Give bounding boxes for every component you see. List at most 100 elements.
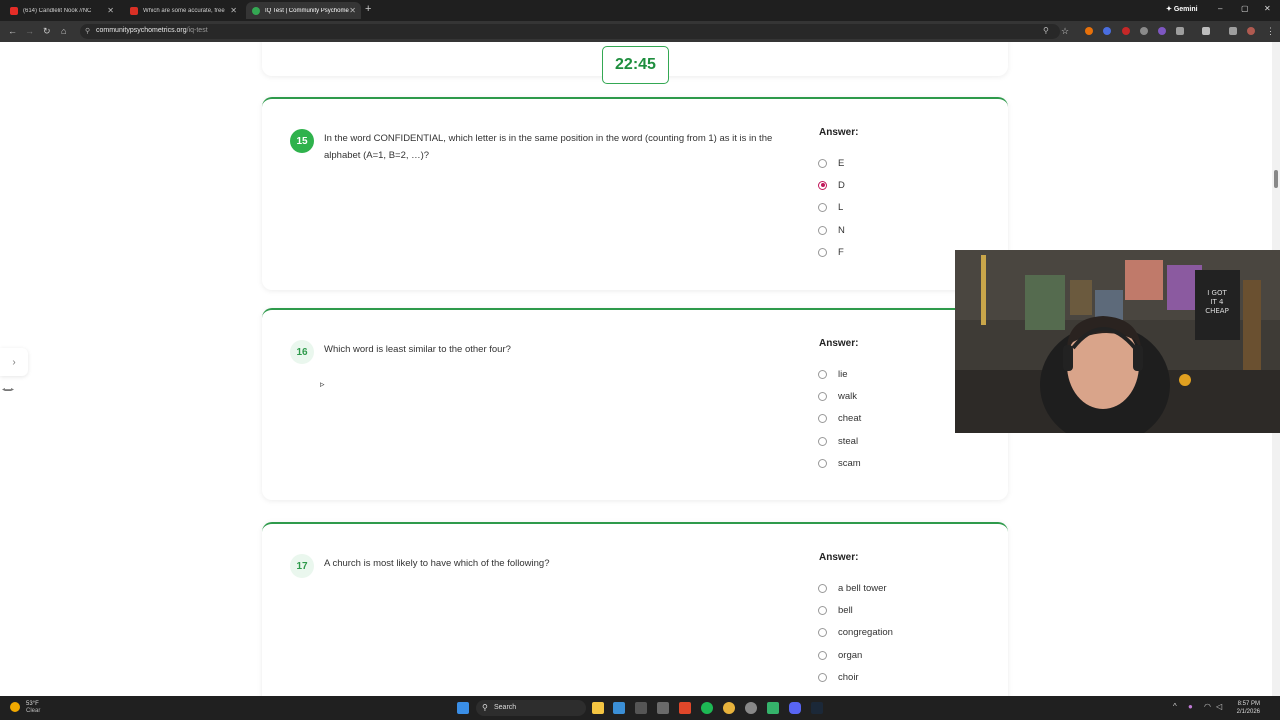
radio-button[interactable] (818, 436, 827, 446)
answer-option[interactable]: D (818, 174, 845, 196)
extension-icon[interactable] (1103, 27, 1111, 35)
question-number: 16 (290, 340, 314, 364)
question-text: A church is most likely to have which of… (324, 558, 550, 569)
radio-button[interactable] (818, 225, 827, 235)
volume-icon[interactable]: ◁ (1216, 702, 1222, 711)
answer-option[interactable]: scam (818, 452, 861, 474)
zoom-icon[interactable]: ⚲ (1043, 26, 1049, 35)
extensions-puzzle-icon[interactable] (1176, 27, 1184, 35)
file-explorer-icon[interactable] (592, 702, 604, 714)
menu-icon[interactable]: ⋮ (1266, 26, 1275, 37)
radio-button[interactable] (818, 605, 827, 615)
option-label: cheat (838, 413, 862, 425)
search-label: Search (494, 704, 517, 711)
sidebar-icon[interactable] (1202, 27, 1210, 35)
media-icon[interactable] (1229, 27, 1237, 35)
forward-icon[interactable]: → (25, 26, 34, 36)
radio-button[interactable] (818, 458, 827, 468)
answer-label: Answer: (819, 552, 859, 563)
option-label: a bell tower (838, 582, 887, 594)
radio-button[interactable] (818, 628, 827, 638)
answer-option[interactable]: steal (818, 430, 861, 452)
radio-button[interactable] (818, 158, 827, 168)
spotify-icon[interactable] (701, 702, 713, 714)
answer-option[interactable]: bell (818, 599, 893, 621)
radio-button[interactable] (818, 583, 827, 593)
radio-button-selected[interactable] (818, 180, 827, 190)
answer-label: Answer: (819, 127, 859, 138)
question-number: 17 (290, 554, 314, 578)
home-icon[interactable]: ⌂ (61, 26, 66, 36)
answer-option[interactable]: congregation (818, 622, 893, 644)
back-icon[interactable]: ← (8, 26, 17, 36)
extension-icon[interactable] (1122, 27, 1130, 35)
radio-button[interactable] (818, 247, 827, 257)
tray-chevron-icon[interactable]: ^ (1173, 702, 1177, 711)
extension-icon[interactable] (1158, 27, 1166, 35)
site-info-icon[interactable]: ⚲ (85, 27, 90, 35)
app-icon[interactable] (767, 702, 779, 714)
discord-icon[interactable] (789, 702, 801, 714)
app-icon[interactable] (745, 702, 757, 714)
option-label: D (838, 179, 845, 191)
extension-icon[interactable] (1085, 27, 1093, 35)
taskbar-clock[interactable]: 8:57 PM 2/1/2026 (1228, 700, 1260, 716)
close-window-icon[interactable]: ✕ (1264, 4, 1271, 13)
answer-label: Answer: (819, 338, 859, 349)
chrome-icon[interactable] (723, 702, 735, 714)
mouse-cursor-icon: ▹ (320, 379, 325, 389)
steam-icon[interactable] (811, 702, 823, 714)
microphone-icon[interactable]: ● (1188, 702, 1193, 711)
gemini-button[interactable]: ✦ Gemini (1166, 5, 1198, 13)
avatar[interactable] (1247, 27, 1255, 35)
reload-icon[interactable]: ↻ (43, 26, 51, 37)
brave-icon[interactable] (679, 702, 691, 714)
question-card-17: 17 A church is most likely to have which… (262, 522, 1008, 696)
answer-option[interactable]: L (818, 197, 845, 219)
start-windows-icon[interactable] (457, 702, 469, 714)
answer-option[interactable]: F (818, 241, 845, 263)
radio-button[interactable] (818, 414, 827, 424)
radio-button[interactable] (818, 369, 827, 379)
answer-option[interactable]: N (818, 219, 845, 241)
answer-option[interactable]: lie (818, 363, 861, 385)
answer-option[interactable]: E (818, 152, 845, 174)
close-tab-icon[interactable]: ✕ (107, 6, 114, 15)
question-number: 15 (290, 129, 314, 153)
bookmark-star-icon[interactable]: ☆ (1061, 26, 1069, 37)
app-icon[interactable] (635, 702, 647, 714)
maximize-icon[interactable]: ▢ (1241, 4, 1249, 13)
address-bar[interactable]: ⚲ communitypsychometrics.org/iq-test ⚲ (80, 24, 1060, 39)
answer-option[interactable]: organ (818, 644, 893, 666)
answer-option[interactable]: a bell tower (818, 577, 893, 599)
browser-tab-1[interactable]: (614) Candlelit Nook //NC ✕ (4, 2, 119, 19)
svg-text:IT 4: IT 4 (1210, 298, 1224, 306)
browser-tab-3[interactable]: IQ Test | Community Psychome ✕ (246, 2, 361, 19)
wifi-icon[interactable]: ◠ (1204, 702, 1211, 711)
minimize-icon[interactable]: – (1218, 4, 1222, 13)
new-tab-button[interactable]: + (365, 3, 371, 15)
radio-button[interactable] (818, 672, 827, 682)
browser-tab-2[interactable]: Which are some accurate, free ✕ (124, 2, 242, 19)
radio-button[interactable] (818, 391, 827, 401)
clock-date: 2/1/2026 (1236, 709, 1260, 715)
close-tab-icon[interactable]: ✕ (230, 6, 237, 15)
taskbar-search[interactable]: ⚲ Search (476, 700, 586, 716)
svg-text:I GOT: I GOT (1207, 289, 1227, 297)
chevron-right-icon: › (12, 356, 16, 368)
webcam-image: I GOT IT 4 CHEAP (955, 250, 1280, 433)
horizontal-scroll-handle[interactable]: ◂▬▸ (2, 386, 14, 393)
browser-tab-bar: (614) Candlelit Nook //NC ✕ Which are so… (0, 0, 1280, 21)
radio-button[interactable] (818, 650, 827, 660)
sidebar-expand-button[interactable]: › (0, 348, 28, 376)
scrollbar-thumb[interactable] (1274, 170, 1278, 188)
webcam-overlay: I GOT IT 4 CHEAP (955, 250, 1280, 433)
answer-option[interactable]: cheat (818, 408, 861, 430)
app-icon[interactable] (613, 702, 625, 714)
radio-button[interactable] (818, 203, 827, 213)
close-tab-icon[interactable]: ✕ (349, 6, 356, 15)
answer-option[interactable]: walk (818, 385, 861, 407)
settings-gear-icon[interactable] (657, 702, 669, 714)
extension-icon[interactable] (1140, 27, 1148, 35)
answer-option[interactable]: choir (818, 666, 893, 688)
